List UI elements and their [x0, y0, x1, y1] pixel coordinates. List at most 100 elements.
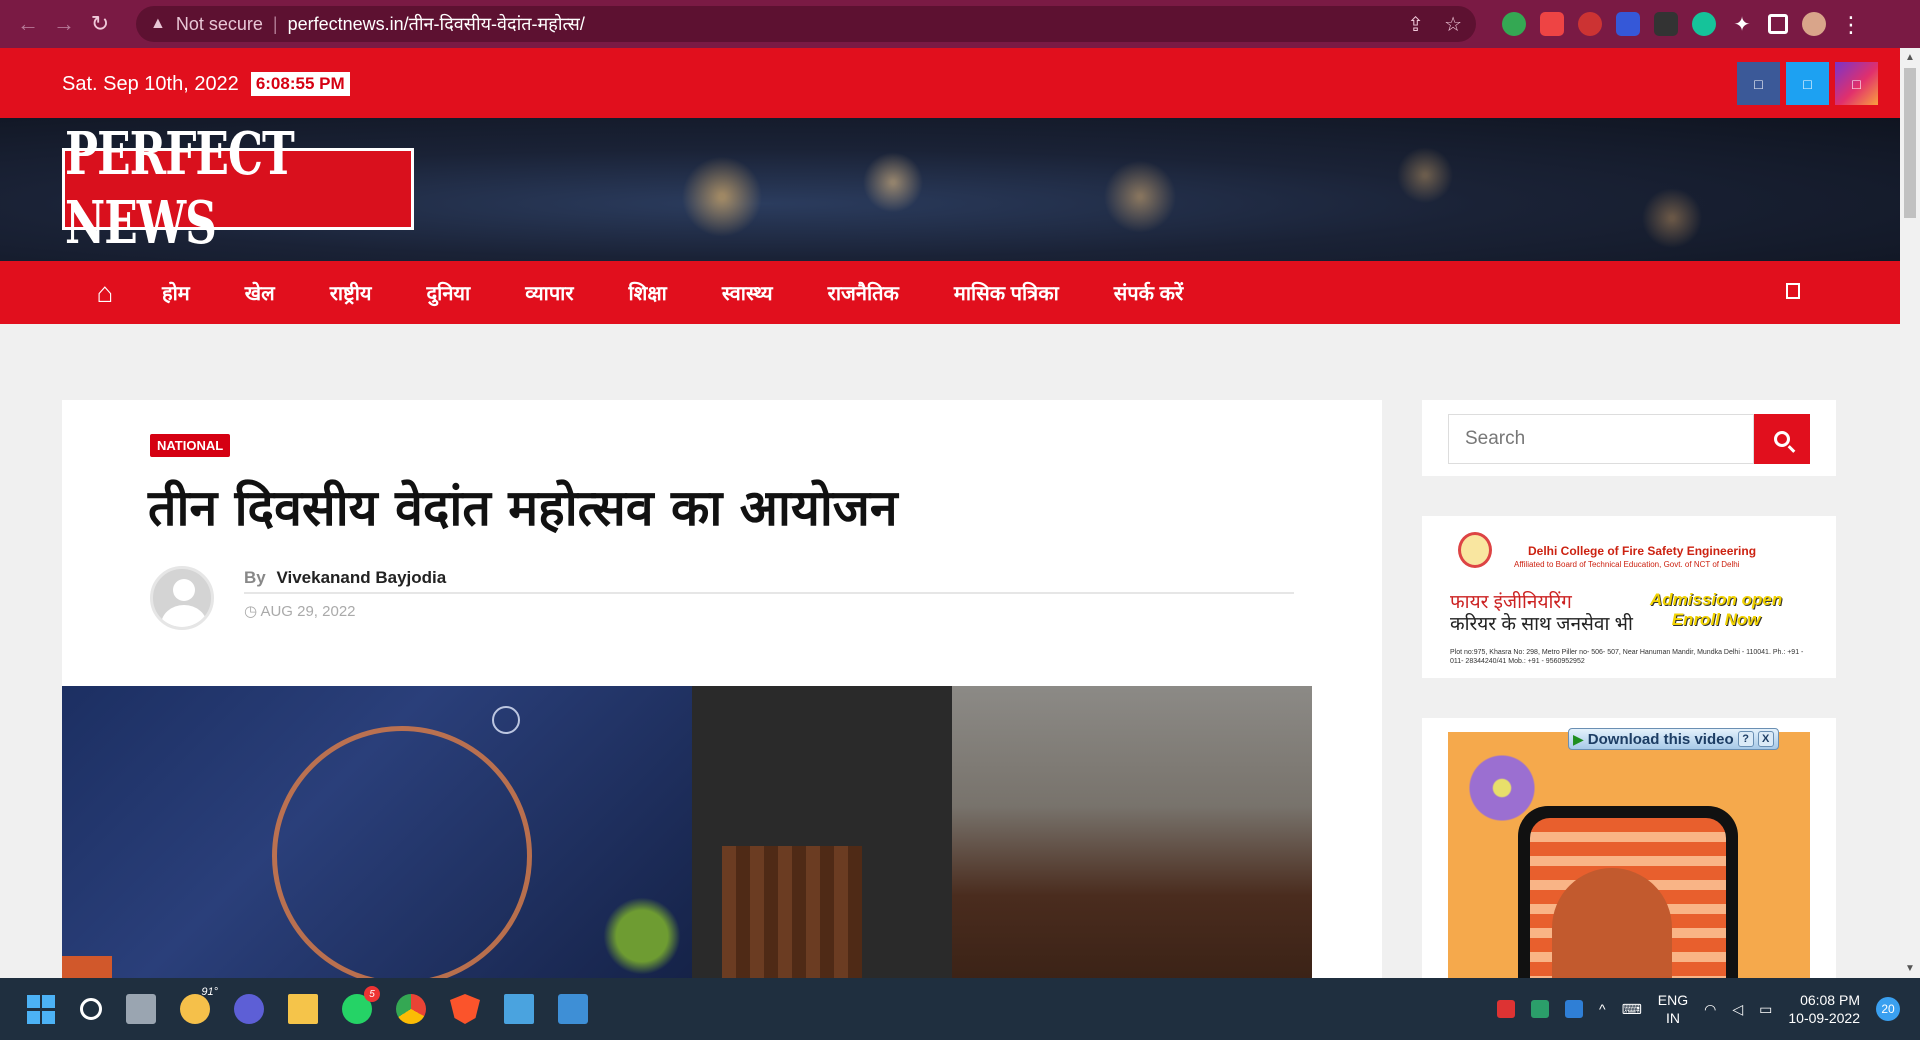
meet-icon[interactable] — [234, 994, 264, 1024]
extension-icon[interactable] — [1502, 12, 1526, 36]
menu-dots-icon[interactable]: ⋮ — [1840, 12, 1862, 37]
college-emblem-icon — [1458, 532, 1492, 568]
wifi-icon[interactable]: ◠ — [1704, 1001, 1716, 1018]
person-image — [1552, 868, 1672, 980]
category-badge[interactable]: NATIONAL — [150, 434, 231, 457]
scroll-thumb[interactable] — [1904, 68, 1916, 218]
windows-start-icon[interactable] — [26, 994, 56, 1024]
battery-icon[interactable]: ▭ — [1759, 1001, 1772, 1018]
download-video-bar[interactable]: ▶ Download this video ? X — [1568, 728, 1779, 750]
nav-item[interactable]: राजनैतिक — [828, 279, 899, 306]
divider: | — [272, 13, 278, 34]
task-view-icon[interactable] — [126, 994, 156, 1024]
windows-taskbar: 91° 5 ^ ⌨ ENG IN ◠ ◁ ▭ 06:08 PM 10-09-20… — [0, 978, 1920, 1040]
temperature: 91° — [201, 986, 218, 998]
volume-icon[interactable]: ◁ — [1732, 1001, 1743, 1018]
security-label: Not secure — [175, 13, 263, 34]
tray-app-icon[interactable] — [1531, 1000, 1549, 1018]
twitter-icon[interactable]: □ — [1786, 62, 1829, 105]
college-affiliation: Affiliated to Board of Technical Educati… — [1514, 560, 1740, 569]
article-title: तीन दिवसीय वेदांत महोत्सव का आयोजन — [148, 479, 898, 537]
adblock-icon[interactable] — [1578, 12, 1602, 36]
language-indicator[interactable]: ENG IN — [1658, 991, 1688, 1027]
extension-icon[interactable] — [1616, 12, 1640, 36]
top-bar: Sat. Sep 10th, 2022 6:08:55 PM □ □ □ — [0, 48, 1900, 118]
site-logo[interactable]: PERFECT NEWS — [62, 120, 414, 258]
chevron-up-icon[interactable]: ^ — [1599, 1001, 1606, 1017]
extension-icon[interactable] — [1540, 12, 1564, 36]
chrome-icon[interactable] — [396, 994, 426, 1024]
nav-item[interactable]: होम — [162, 279, 190, 306]
warning-icon: ▲ — [150, 15, 166, 32]
back-arrow-icon[interactable]: ← — [10, 6, 46, 42]
share-icon[interactable]: ⇪ — [1407, 12, 1424, 37]
puzzle-icon[interactable]: ✦ — [1730, 12, 1754, 36]
profile-avatar-icon[interactable] — [1802, 12, 1826, 36]
notification-badge: 5 — [364, 986, 380, 1002]
enroll-label: Enroll Now — [1671, 610, 1761, 629]
nav-item[interactable]: दुनिया — [427, 279, 471, 306]
notification-count[interactable]: 20 — [1876, 997, 1900, 1021]
region-code: IN — [1665, 1010, 1680, 1026]
clock-time: 06:08 PM — [1800, 992, 1860, 1008]
college-ad[interactable]: Delhi College of Fire Safety Engineering… — [1422, 516, 1836, 678]
page-scrollbar[interactable]: ▲ ▼ — [1900, 48, 1920, 978]
nav-item[interactable]: राष्ट्रीय — [330, 279, 372, 306]
photos-icon[interactable] — [558, 994, 588, 1024]
search-button[interactable] — [1754, 414, 1810, 464]
keyboard-icon[interactable]: ⌨ — [1622, 1001, 1642, 1018]
brave-icon[interactable] — [450, 994, 480, 1024]
scroll-down-icon[interactable]: ▼ — [1905, 963, 1915, 974]
ad-subheadline: करियर के साथ जनसेवा भी — [1450, 614, 1633, 635]
publish-date: ◷ AUG 29, 2022 — [244, 602, 356, 620]
nav-search-icon[interactable] — [1786, 283, 1800, 299]
address-bar[interactable]: ▲ Not secure | perfectnews.in/तीन-दिवसीय… — [136, 6, 1476, 42]
header-banner: PERFECT NEWS — [0, 118, 1900, 261]
forward-arrow-icon[interactable]: → — [46, 6, 82, 42]
nav-item[interactable]: संपर्क करें — [1114, 279, 1183, 306]
college-name: Delhi College of Fire Safety Engineering — [1528, 544, 1757, 558]
whatsapp-icon[interactable]: 5 — [342, 986, 380, 1024]
social-links: □ □ □ — [1737, 62, 1878, 105]
system-clock[interactable]: 06:08 PM 10-09-2022 — [1788, 991, 1860, 1027]
extension-icon[interactable] — [1654, 12, 1678, 36]
video-ad[interactable]: ▶ Download this video ? X — [1422, 718, 1836, 980]
clock-icon: ◷ — [244, 603, 261, 620]
nav-item[interactable]: व्यापार — [525, 279, 573, 306]
help-button[interactable]: ? — [1737, 731, 1754, 747]
author-avatar — [150, 566, 214, 630]
reload-icon[interactable]: ↻ — [82, 6, 118, 42]
scroll-up-icon[interactable]: ▲ — [1905, 52, 1915, 63]
college-address: Plot no:975, Khasra No: 298, Metro Pille… — [1450, 649, 1804, 665]
nav-item[interactable]: शिक्षा — [629, 279, 667, 306]
play-icon: ▶ — [1573, 730, 1584, 747]
admission-text: Admission open Enroll Now — [1650, 590, 1782, 630]
grammarly-icon[interactable] — [1692, 12, 1716, 36]
nav-item[interactable]: खेल — [245, 279, 275, 306]
clock: 6:08:55 PM — [250, 72, 350, 96]
facebook-icon[interactable]: □ — [1737, 62, 1780, 105]
publish-date-text: AUG 29, 2022 — [260, 603, 356, 620]
main-nav: ⌂ होम खेल राष्ट्रीय दुनिया व्यापार शिक्ष… — [0, 261, 1900, 324]
tray-app-icon[interactable] — [1565, 1000, 1583, 1018]
by-label: By — [244, 568, 266, 587]
search-input[interactable]: Search — [1448, 414, 1754, 464]
instagram-icon[interactable]: □ — [1835, 62, 1878, 105]
search-icon — [1774, 431, 1790, 447]
notepad-icon[interactable] — [504, 994, 534, 1024]
close-button[interactable]: X — [1757, 731, 1774, 747]
system-tray: ^ ⌨ ENG IN ◠ ◁ ▭ 06:08 PM 10-09-2022 20 — [1497, 978, 1900, 1040]
bookmark-star-icon[interactable]: ☆ — [1444, 12, 1462, 37]
admission-label: Admission open — [1650, 590, 1783, 609]
home-icon[interactable]: ⌂ — [88, 276, 122, 310]
nav-item[interactable]: मासिक पत्रिका — [954, 279, 1059, 306]
search-icon[interactable] — [80, 998, 102, 1020]
download-label[interactable]: Download this video — [1588, 731, 1734, 748]
featured-image — [62, 686, 1312, 978]
sidebar-icon[interactable] — [1768, 14, 1788, 34]
author-link[interactable]: Vivekanand Bayjodia — [276, 568, 446, 587]
nav-item[interactable]: स्वास्थ्य — [722, 279, 773, 306]
tray-app-icon[interactable] — [1497, 1000, 1515, 1018]
weather-icon[interactable]: 91° — [180, 986, 218, 1024]
file-explorer-icon[interactable] — [288, 994, 318, 1024]
